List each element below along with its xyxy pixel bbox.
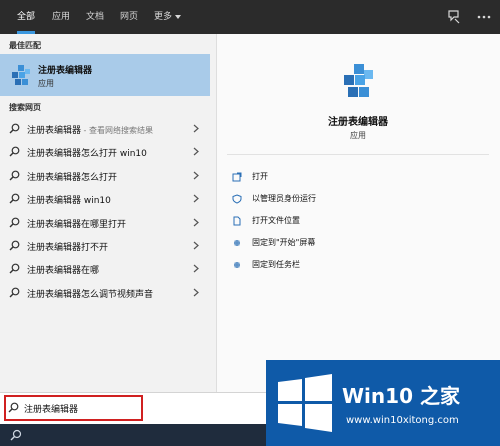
web-suggestion-item[interactable]: 注册表编辑器怎么调节视频声音 <box>0 281 210 304</box>
chevron-right-icon[interactable] <box>193 264 199 273</box>
tab-web[interactable]: 网页 <box>120 0 138 34</box>
action-run-as-admin-label: 以管理员身份运行 <box>252 194 316 203</box>
web-suggestion-text: 注册表编辑器 - 查看网络搜索结果 <box>27 123 153 136</box>
web-suggestion-text: 注册表编辑器 win10 <box>27 193 111 206</box>
web-suggestion-item[interactable]: 注册表编辑器在哪里打开 <box>0 211 210 234</box>
search-icon <box>9 193 20 204</box>
chevron-right-icon[interactable] <box>193 241 199 250</box>
search-icon <box>9 287 20 298</box>
action-pin-to-start-label: 固定到"开始"屏幕 <box>252 238 316 247</box>
watermark-title: Win10 之家 <box>342 384 460 408</box>
search-icon <box>9 217 20 228</box>
web-search-header: 搜索网页 <box>9 103 41 112</box>
web-suggestion-text: 注册表编辑器怎么调节视频声音 <box>27 287 153 300</box>
tab-all[interactable]: 全部 <box>17 0 36 34</box>
tab-apps[interactable]: 应用 <box>52 0 70 34</box>
web-suggestion-text: 注册表编辑器在哪 <box>27 263 99 276</box>
chevron-right-icon[interactable] <box>193 288 199 297</box>
action-open-file-location-label: 打开文件位置 <box>252 216 300 225</box>
suggestion-query: 注册表编辑器 win10 <box>27 196 111 207</box>
tab-more-label: 更多 <box>154 12 173 22</box>
tab-documents-label: 文档 <box>86 12 105 22</box>
suggestion-query: 注册表编辑器 <box>27 126 82 136</box>
chevron-right-icon[interactable] <box>193 147 199 156</box>
open-icon <box>232 172 242 182</box>
chevron-down-icon <box>175 14 182 19</box>
web-suggestion-text: 注册表编辑器打不开 <box>27 240 108 253</box>
action-open-label: 打开 <box>252 172 268 181</box>
windows-logo-icon <box>278 374 332 432</box>
web-suggestion-item[interactable]: 注册表编辑器在哪 <box>0 257 210 280</box>
watermark-url: www.win10xitong.com <box>346 415 459 426</box>
suggestion-query: 注册表编辑器怎么调节视频声音 <box>27 289 154 300</box>
file-location-icon <box>233 216 241 226</box>
chevron-right-icon[interactable] <box>193 218 199 227</box>
web-suggestion-item[interactable]: 注册表编辑器 - 查看网络搜索结果 <box>0 117 210 140</box>
pin-icon <box>234 240 240 246</box>
feedback-icon[interactable] <box>446 9 462 25</box>
search-filter-bar: 全部 应用 文档 网页 更多 <box>0 0 500 34</box>
suggestion-query: 注册表编辑器在哪里打开 <box>27 219 127 230</box>
chevron-right-icon[interactable] <box>193 194 199 203</box>
taskbar-search-icon[interactable] <box>10 429 22 441</box>
search-icon <box>9 263 20 274</box>
registry-editor-icon <box>12 65 30 85</box>
tab-documents[interactable]: 文档 <box>86 0 104 34</box>
search-highlight-box <box>4 395 143 421</box>
search-icon <box>9 240 20 251</box>
web-suggestion-text: 注册表编辑器在哪里打开 <box>27 217 126 230</box>
tab-more[interactable]: 更多 <box>154 0 182 34</box>
suggestion-query: 注册表编辑器在哪 <box>27 266 100 277</box>
detail-app-name: 注册表编辑器 <box>328 117 388 128</box>
pin-taskbar-icon <box>234 262 240 268</box>
suggestion-query: 注册表编辑器怎么打开 win10 <box>27 149 147 160</box>
detail-app-type: 应用 <box>350 131 366 140</box>
chevron-right-icon[interactable] <box>193 171 199 180</box>
shield-icon <box>232 194 242 204</box>
registry-editor-large-icon <box>344 64 373 97</box>
best-match-subtitle: 应用 <box>38 79 54 88</box>
chevron-right-icon[interactable] <box>193 124 199 133</box>
watermark: Win10 之家 www.win10xitong.com <box>266 360 500 446</box>
divider <box>227 154 489 155</box>
best-match-title: 注册表编辑器 <box>38 66 93 76</box>
suggestion-query: 注册表编辑器打不开 <box>27 243 109 253</box>
best-match-item[interactable]: 注册表编辑器 应用 <box>0 54 210 96</box>
suggestion-hint: - 查看网络搜索结果 <box>81 126 153 135</box>
web-suggestion-text: 注册表编辑器怎么打开 win10 <box>27 146 147 159</box>
web-suggestion-item[interactable]: 注册表编辑器怎么打开 <box>0 164 210 187</box>
web-suggestion-item[interactable]: 注册表编辑器打不开 <box>0 234 210 257</box>
suggestion-query: 注册表编辑器怎么打开 <box>27 172 118 183</box>
web-suggestion-item[interactable]: 注册表编辑器怎么打开 win10 <box>0 140 210 163</box>
web-suggestion-item[interactable]: 注册表编辑器 win10 <box>0 187 210 210</box>
best-match-header: 最佳匹配 <box>9 41 41 50</box>
action-pin-to-taskbar-label: 固定到任务栏 <box>252 260 300 269</box>
search-icon <box>9 146 20 157</box>
web-suggestion-text: 注册表编辑器怎么打开 <box>27 170 117 183</box>
tab-all-label: 全部 <box>17 12 36 22</box>
results-pane: 最佳匹配 注册表编辑器 应用 搜索网页 注册表编辑器 - 查看网络搜索结果 注册表… <box>0 34 216 392</box>
tab-web-label: 网页 <box>120 12 139 22</box>
detail-pane: 注册表编辑器 应用 打开 以管理员身份运行 打开文件位置 固定到"开始"屏幕 固… <box>216 34 500 392</box>
search-icon <box>9 123 20 134</box>
tab-apps-label: 应用 <box>52 12 71 22</box>
more-options-icon[interactable] <box>476 9 492 25</box>
search-icon <box>9 170 20 181</box>
